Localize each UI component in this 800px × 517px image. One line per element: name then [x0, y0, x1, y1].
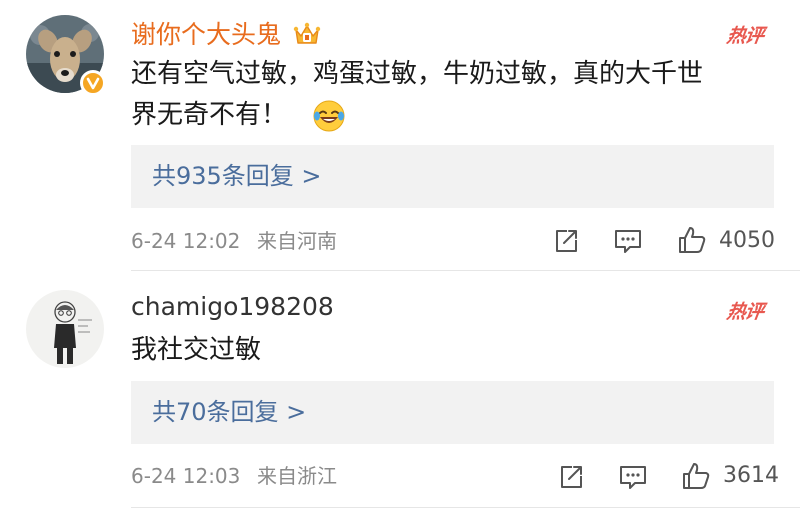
- share-icon[interactable]: [552, 227, 580, 259]
- comment-text: 还有空气过敏，鸡蛋过敏，牛奶过敏，真的大千世: [131, 59, 704, 89]
- like-count: 4050: [719, 228, 775, 253]
- username[interactable]: chamigo198208: [131, 292, 334, 322]
- like-icon[interactable]: [677, 225, 707, 259]
- avatar[interactable]: [26, 290, 104, 368]
- comment-time: 6-24 12:02: [131, 229, 241, 253]
- comment-text: 界无奇不有！: [131, 100, 288, 130]
- like-count: 3614: [723, 463, 779, 488]
- view-replies-link[interactable]: 共935条回复 >: [152, 161, 322, 191]
- comment-icon[interactable]: [613, 227, 643, 259]
- view-replies-link[interactable]: 共70条回复 >: [152, 397, 306, 427]
- comment-divider: [131, 507, 800, 508]
- comment-location: 来自河南: [257, 229, 337, 253]
- hot-comment-badge: 热评: [725, 25, 765, 47]
- hot-comment-badge: 热评: [725, 301, 765, 323]
- comment-text: 我社交过敏: [131, 335, 262, 365]
- sketch-figure-avatar: [26, 290, 104, 368]
- username[interactable]: 谢你个大头鬼: [131, 20, 281, 50]
- share-icon[interactable]: [557, 463, 585, 495]
- comment-location: 来自浙江: [257, 464, 337, 488]
- reply-thread-box[interactable]: 共70条回复 >: [131, 381, 774, 444]
- verified-v-badge-icon: [80, 70, 106, 96]
- comment-item: 谢你个大头鬼 热评 还有空气过敏，鸡蛋过敏，牛奶过敏，真的大千世 界无奇不有！ …: [0, 0, 800, 271]
- laughing-tears-emoji-icon: [312, 99, 346, 137]
- comment-time: 6-24 12:03: [131, 464, 241, 488]
- like-icon[interactable]: [681, 461, 711, 495]
- comment-item: chamigo198208 热评 我社交过敏 共70条回复 > 6-24 12:…: [0, 270, 800, 517]
- crown-vip-icon: [292, 19, 322, 53]
- comment-icon[interactable]: [618, 463, 648, 495]
- reply-thread-box[interactable]: 共935条回复 >: [131, 145, 774, 208]
